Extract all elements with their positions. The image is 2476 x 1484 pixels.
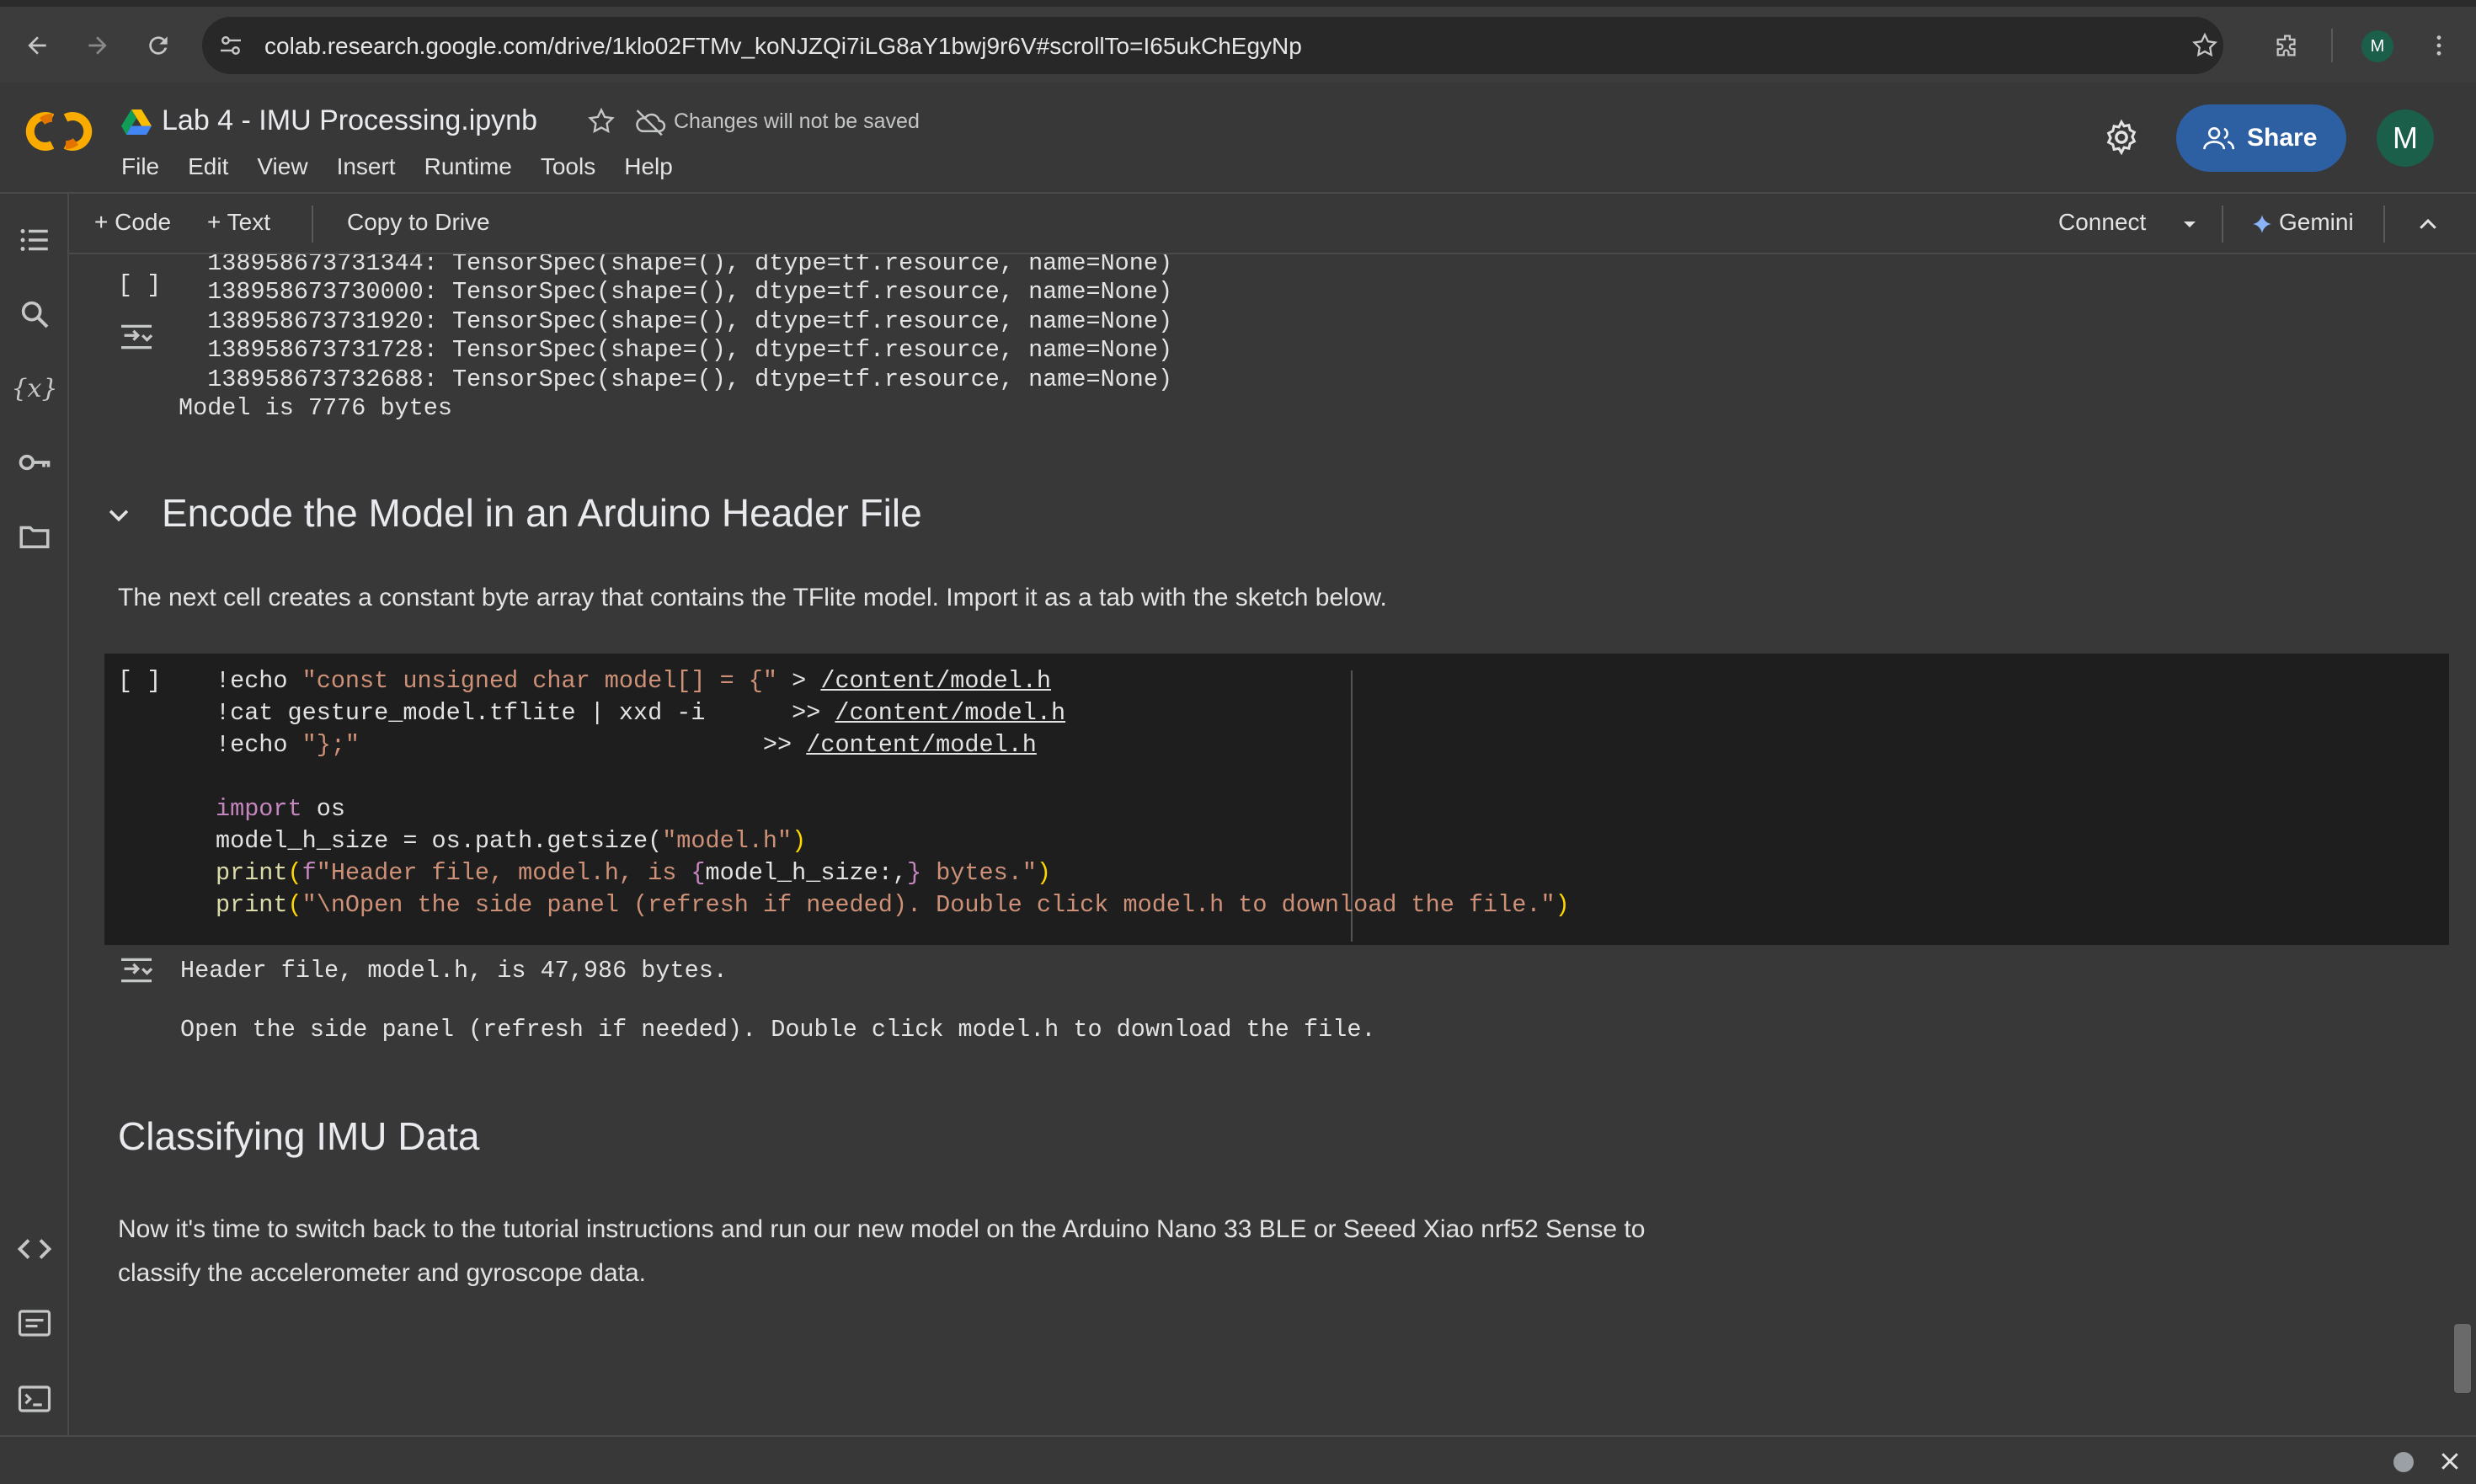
model-h-link[interactable]: /content/model.h xyxy=(820,667,1051,695)
runtime-status-icon[interactable] xyxy=(2393,1452,2414,1472)
menu-runtime[interactable]: Runtime xyxy=(424,153,512,180)
section-heading: Classifying IMU Data xyxy=(118,1114,480,1158)
menu-insert[interactable]: Insert xyxy=(337,153,396,180)
menu-edit[interactable]: Edit xyxy=(188,153,228,180)
save-status: Changes will not be saved xyxy=(674,109,920,133)
browser-toolbar: colab.research.google.com/drive/1klo02FT… xyxy=(0,0,2476,83)
copy-to-drive-button[interactable]: Copy to Drive xyxy=(347,209,490,236)
cell-output-line: Header file, model.h, is 47,986 bytes. xyxy=(180,957,728,985)
add-code-button[interactable]: + Code xyxy=(94,209,171,236)
output-toggle-icon[interactable] xyxy=(118,322,155,352)
bookmark-star-icon[interactable] xyxy=(2188,29,2222,62)
menu-help[interactable]: Help xyxy=(624,153,673,180)
browser-menu-icon[interactable] xyxy=(2422,29,2456,62)
run-cell-button[interactable]: [ ] xyxy=(118,667,161,695)
forward-icon[interactable] xyxy=(81,29,115,62)
output-line: 138958673730000: TensorSpec(shape=(), dt… xyxy=(179,278,1173,306)
settings-gear-icon[interactable] xyxy=(2102,118,2141,157)
drive-icon xyxy=(121,108,152,136)
cell-output-line: Open the side panel (refresh if needed).… xyxy=(180,1016,1376,1044)
output-line: 138958673731344: TensorSpec(shape=(), dt… xyxy=(179,254,1173,277)
search-icon[interactable] xyxy=(15,295,54,334)
notebook-title[interactable]: Lab 4 - IMU Processing.ipynb xyxy=(162,104,537,137)
back-icon[interactable] xyxy=(20,29,54,62)
people-icon xyxy=(2203,126,2235,150)
notebook-toolbar: + Code + Text Copy to Drive Connect Gemi… xyxy=(69,194,2476,254)
connect-dropdown-icon[interactable] xyxy=(2180,214,2200,238)
status-bar xyxy=(0,1435,2476,1484)
output-line: 138958673732688: TensorSpec(shape=(), dt… xyxy=(179,366,1173,393)
left-rail: {x} xyxy=(0,194,69,1435)
command-palette-icon[interactable] xyxy=(15,1304,54,1343)
share-button[interactable]: Share xyxy=(2176,104,2346,172)
notebook-main: [ ] 138958673731344: TensorSpec(shape=()… xyxy=(71,254,2476,1435)
colab-header: Lab 4 - IMU Processing.ipynb Changes wil… xyxy=(0,83,2476,194)
section-description: Now it's time to switch back to the tuto… xyxy=(118,1215,1646,1243)
gemini-sparkle-icon xyxy=(2252,214,2272,238)
cloud-off-icon xyxy=(633,108,667,136)
code-line: import os xyxy=(216,795,345,823)
toolbar-divider xyxy=(2331,29,2333,62)
menu-file[interactable]: File xyxy=(121,153,159,180)
code-line: print("\nOpen the side panel (refresh if… xyxy=(216,891,1570,919)
close-icon[interactable] xyxy=(2437,1449,2463,1478)
star-icon[interactable] xyxy=(586,106,616,136)
output-line: 138958673731728: TensorSpec(shape=(), dt… xyxy=(179,336,1173,364)
reload-icon[interactable] xyxy=(141,29,175,62)
section-heading: Encode the Model in an Arduino Header Fi… xyxy=(162,491,922,535)
extensions-icon[interactable] xyxy=(2271,29,2304,62)
collapse-header-icon[interactable] xyxy=(2415,212,2441,242)
files-folder-icon[interactable] xyxy=(15,517,54,556)
model-h-link[interactable]: /content/model.h xyxy=(806,731,1037,759)
code-line: model_h_size = os.path.getsize("model.h"… xyxy=(216,827,807,855)
secrets-key-icon[interactable] xyxy=(15,443,54,482)
address-bar[interactable]: colab.research.google.com/drive/1klo02FT… xyxy=(202,17,2223,74)
menu-bar: File Edit View Insert Runtime Tools Help xyxy=(121,153,702,180)
site-info-icon[interactable] xyxy=(216,30,246,61)
terminal-icon[interactable] xyxy=(15,1380,54,1418)
toolbar-divider xyxy=(2383,206,2385,243)
gemini-button[interactable]: Gemini xyxy=(2279,209,2354,236)
toolbar-divider xyxy=(2222,206,2223,243)
code-cell[interactable]: [ ] !echo "const unsigned char model[] =… xyxy=(104,654,2449,945)
account-avatar[interactable]: M xyxy=(2377,109,2434,167)
colab-logo[interactable] xyxy=(24,108,94,155)
url-text: colab.research.google.com/drive/1klo02FT… xyxy=(264,33,1302,59)
output-line: Model is 7776 bytes xyxy=(179,394,452,422)
add-text-button[interactable]: + Text xyxy=(207,209,270,236)
model-h-link[interactable]: /content/model.h xyxy=(835,699,1065,727)
output-line: 138958673731920: TensorSpec(shape=(), dt… xyxy=(179,307,1173,335)
toolbar-divider xyxy=(312,206,313,243)
output-toggle-icon[interactable] xyxy=(118,955,155,985)
variables-icon[interactable]: {x} xyxy=(11,369,57,408)
prev-cell-run-bracket[interactable]: [ ] xyxy=(118,271,161,299)
code-line: !cat gesture_model.tflite | xxd -i >> /c… xyxy=(216,699,1066,727)
section-description: classify the accelerometer and gyroscope… xyxy=(118,1259,646,1287)
profile-avatar[interactable]: M xyxy=(2361,30,2393,62)
share-label: Share xyxy=(2247,124,2318,152)
code-line: !echo "};" >> /content/model.h xyxy=(216,731,1037,759)
code-snippets-icon[interactable] xyxy=(15,1230,54,1268)
section-description: The next cell creates a constant byte ar… xyxy=(118,584,1387,611)
section-collapse-chevron-icon[interactable] xyxy=(104,500,133,533)
connect-button[interactable]: Connect xyxy=(2058,209,2146,236)
code-line: !echo "const unsigned char model[] = {" … xyxy=(216,667,1051,695)
menu-tools[interactable]: Tools xyxy=(541,153,595,180)
code-line: print(f"Header file, model.h, is {model_… xyxy=(216,859,1052,887)
menu-view[interactable]: View xyxy=(257,153,307,180)
scrollbar-thumb[interactable] xyxy=(2454,1324,2471,1393)
table-of-contents-icon[interactable] xyxy=(15,221,54,259)
